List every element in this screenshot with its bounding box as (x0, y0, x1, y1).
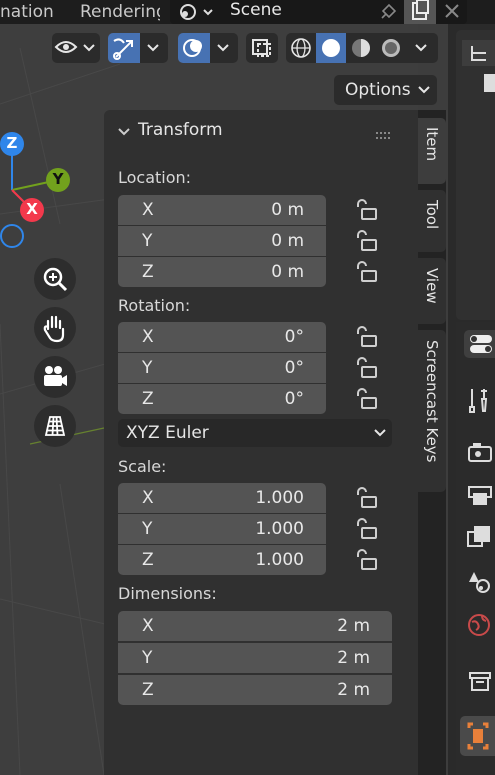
gizmo-toggle-button[interactable] (108, 33, 140, 63)
orthographic-grid-icon[interactable] (34, 405, 76, 447)
rotation-y-field[interactable]: Y 0° (118, 353, 326, 383)
panel-title[interactable]: Transform (138, 120, 223, 140)
collapse-chevron-icon[interactable] (116, 124, 132, 140)
tab-screencast-keys[interactable]: Screencast Keys (418, 330, 446, 492)
rotation-mode-value: XYZ Euler (126, 423, 209, 443)
shading-wireframe-button[interactable] (286, 33, 316, 63)
location-label: Location: (118, 168, 192, 187)
pin-icon[interactable] (374, 0, 400, 24)
dimensions-x-field[interactable]: X2 m (118, 611, 392, 641)
properties-toggle-icon[interactable] (464, 330, 495, 358)
shading-material-button[interactable] (346, 33, 376, 63)
shading-solid-button[interactable] (316, 33, 346, 63)
drag-handle-icon[interactable] (376, 126, 392, 139)
options-label: Options (345, 80, 411, 100)
scale-z-field[interactable]: Z 1.000 (118, 545, 326, 575)
gizmo-y-label: Y (52, 170, 64, 188)
chevron-down-icon (374, 429, 386, 437)
scene-icon[interactable] (176, 0, 216, 24)
outliner-item-icon (484, 74, 495, 92)
lock-scale-x-icon[interactable] (354, 486, 378, 510)
options-dropdown[interactable]: Options (334, 75, 437, 105)
object-props-icon[interactable] (460, 716, 495, 756)
scene-props-icon[interactable] (464, 566, 495, 596)
overlays-dropdown[interactable] (210, 33, 238, 63)
lock-rotation-z-icon[interactable] (354, 387, 378, 411)
dimensions-label: Dimensions: (118, 584, 217, 603)
gizmo-x-label: X (26, 200, 38, 218)
gizmo-z-label: Z (6, 134, 18, 152)
overlays-toggle-button[interactable] (178, 33, 210, 63)
tool-wrench-icon[interactable] (464, 385, 495, 415)
rotation-mode-select[interactable]: XYZ Euler (118, 419, 392, 447)
scale-label: Scale: (118, 457, 167, 476)
tab-item[interactable]: Item (418, 118, 446, 184)
location-y-field[interactable]: Y0 m (118, 226, 326, 256)
xray-toggle-button[interactable] (246, 33, 278, 63)
zoom-view-button[interactable] (34, 258, 76, 300)
lock-location-y-icon[interactable] (354, 229, 378, 253)
rotation-z-field[interactable]: Z 0° (118, 384, 326, 414)
dimensions-y-field[interactable]: Y2 m (118, 643, 392, 673)
world-icon[interactable] (464, 610, 495, 640)
shading-rendered-button[interactable] (376, 33, 406, 63)
tab-view[interactable]: View (418, 258, 446, 324)
new-scene-icon[interactable] (404, 0, 436, 24)
shading-dropdown[interactable] (406, 33, 438, 63)
render-camera-icon[interactable] (464, 438, 495, 468)
tab-rendering[interactable]: Rendering (80, 0, 160, 24)
view-layer-icon[interactable] (464, 522, 495, 552)
dimensions-z-field[interactable]: Z2 m (118, 675, 392, 705)
lock-rotation-y-icon[interactable] (354, 356, 378, 380)
location-z-field[interactable]: Z0 m (118, 257, 326, 287)
lock-rotation-x-icon[interactable] (354, 325, 378, 349)
pan-view-hand-icon[interactable] (34, 307, 76, 349)
lock-scale-z-icon[interactable] (354, 548, 378, 572)
tab-animation[interactable]: nation (0, 0, 64, 24)
close-scene-icon[interactable] (438, 0, 466, 24)
location-x-field[interactable]: X0 m (118, 195, 326, 225)
gizmo-dropdown[interactable] (140, 33, 168, 63)
tab-tool[interactable]: Tool (418, 190, 446, 252)
scale-x-field[interactable]: X 1.000 (118, 483, 326, 513)
output-printer-icon[interactable] (464, 480, 495, 510)
scale-y-field[interactable]: Y 1.000 (118, 514, 326, 544)
lock-location-z-icon[interactable] (354, 260, 378, 284)
rotation-label: Rotation: (118, 296, 191, 315)
scene-name[interactable]: Scene (230, 0, 282, 24)
rotation-x-field[interactable]: X 0° (118, 322, 326, 352)
lock-scale-y-icon[interactable] (354, 517, 378, 541)
outliner-display-icon[interactable] (462, 40, 495, 66)
camera-view-icon[interactable] (34, 356, 76, 398)
lock-location-x-icon[interactable] (354, 198, 378, 222)
visibility-button[interactable] (52, 33, 100, 63)
collection-box-icon[interactable] (464, 666, 495, 696)
